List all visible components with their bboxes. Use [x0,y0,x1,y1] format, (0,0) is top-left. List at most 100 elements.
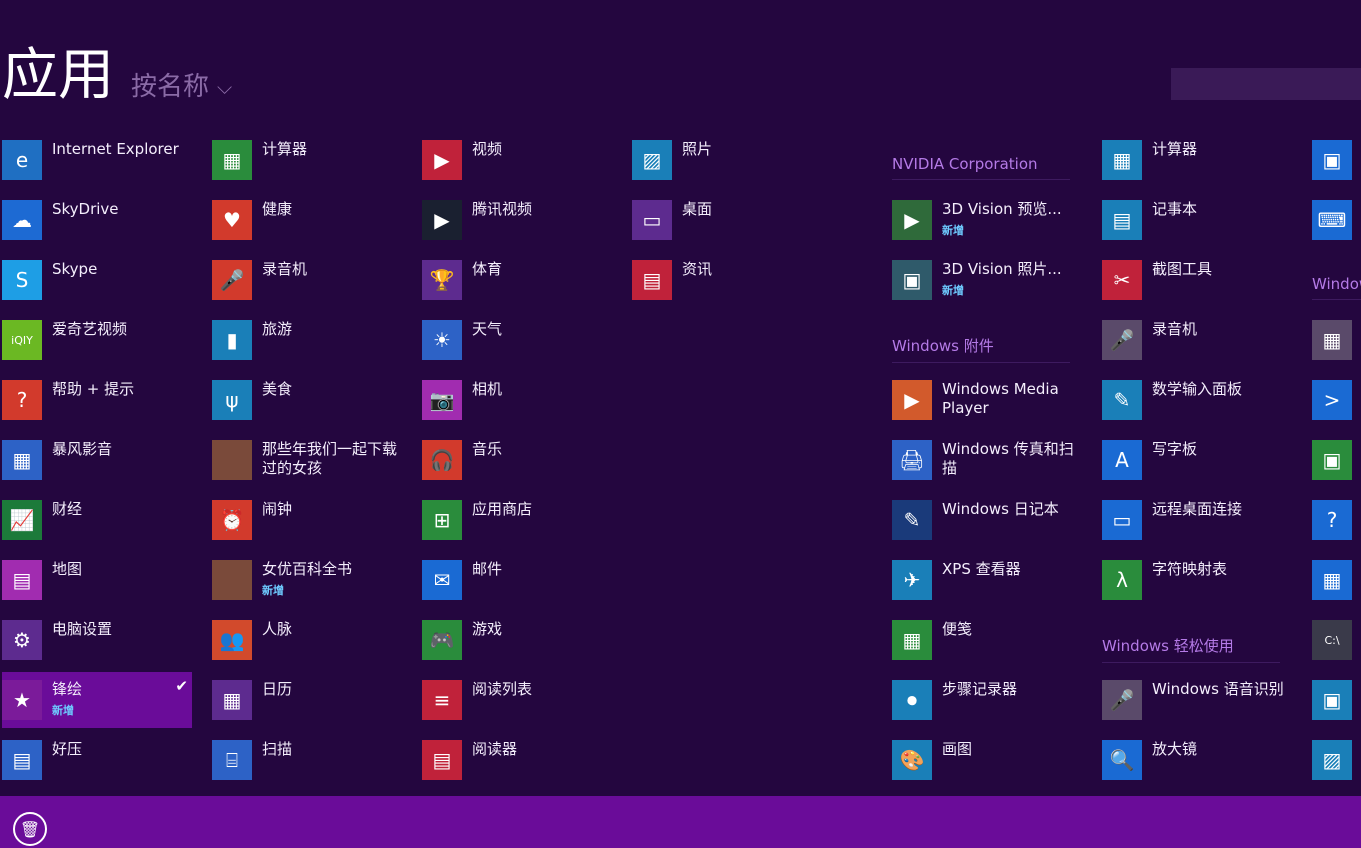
app-tile[interactable]: ☁ SkyDrive [2,200,192,256]
network-share-icon[interactable]: ▣ [1312,440,1352,480]
page-title: 应用 [2,43,114,108]
app-tile[interactable]: ▦ 计算器 [212,140,402,196]
math-input-icon: ✎ [1102,380,1142,420]
app-name: 远程桌面连接 [1152,500,1243,518]
app-tile[interactable]: 🎤 录音机 [212,260,402,316]
app-tile[interactable]: 🎨 画图 [892,740,1082,796]
app-tile[interactable]: ▨ 照片 [632,140,822,196]
app-tile[interactable]: 🖨 Windows 传真和扫描 [892,440,1082,496]
film-icon: ▦ [2,440,42,480]
app-tile[interactable]: 🎤 Windows 语音识别 [1102,680,1292,736]
app-tile[interactable]: ▤ 阅读器 [422,740,612,796]
app-tile[interactable]: ▶ 视频 [422,140,612,196]
app-name: 那些年我们一起下载过的女孩 [262,440,398,477]
system-icon[interactable]: ▣ [1312,680,1352,720]
performance-icon[interactable]: ▨ [1312,740,1352,780]
app-tile[interactable]: ⏺ 步骤记录器 [892,680,1082,736]
app-tile[interactable]: ≡ 阅读列表 [422,680,612,736]
app-tile[interactable]: ▭ 远程桌面连接 [1102,500,1292,556]
app-tile[interactable]: ▭ 桌面 [632,200,822,256]
app-tile[interactable]: ? 帮助 + 提示 [2,380,192,436]
app-tile[interactable]: 📈 财经 [2,500,192,556]
app-name: 游戏 [472,620,503,638]
app-label: 阅读列表 [472,680,610,699]
app-label: 录音机 [1152,320,1290,339]
app-tile[interactable]: ⊞ 应用商店 [422,500,612,556]
app-tile[interactable]: ▦ 暴风影音 [2,440,192,496]
app-tile[interactable]: ▤ 记事本 [1102,200,1292,256]
app-tile[interactable]: ⌸ 扫描 [212,740,402,796]
app-tile[interactable]: ♥ 健康 [212,200,402,256]
steps-recorder-icon: ⏺ [892,680,932,720]
app-tile[interactable]: ▣ 3D Vision 照片... 新增 [892,260,1082,316]
app-tile[interactable]: 女优百科全书 新增 [212,560,402,616]
app-tile[interactable]: ⏰ 闹钟 [212,500,402,556]
app-tile[interactable]: ▶ 腾讯视频 [422,200,612,256]
app-label: XPS 查看器 [942,560,1080,579]
search-input[interactable] [1171,68,1361,100]
app-tile[interactable]: ▦ 日历 [212,680,402,736]
app-tile[interactable]: ✉ 邮件 [422,560,612,616]
app-tile[interactable]: ✂ 截图工具 [1102,260,1292,316]
app-label: 地图 [52,560,190,579]
health-icon: ♥ [212,200,252,240]
app-name: Windows 语音识别 [1152,680,1284,698]
app-tile[interactable]: 🏆 体育 [422,260,612,316]
app-tile[interactable]: ▦ 便笺 [892,620,1082,676]
app-tile[interactable]: S Skype [2,260,192,316]
app-label: 那些年我们一起下载过的女孩 [262,440,400,478]
app-tile[interactable]: λ 字符映射表 [1102,560,1292,616]
app-label: 人脉 [262,620,400,639]
firewall-icon[interactable]: ▦ [1312,320,1352,360]
app-tile[interactable]: e Internet Explorer [2,140,192,196]
app-tile[interactable]: ✈ XPS 查看器 [892,560,1082,616]
control-panel-icon[interactable]: ▦ [1312,560,1352,600]
app-label: 游戏 [472,620,610,639]
app-tile[interactable]: 🎮 游戏 [422,620,612,676]
app-name: 日历 [262,680,293,698]
app-label: 记事本 [1152,200,1290,219]
app-label: 日历 [262,680,400,699]
app-tile[interactable]: ▤ 资讯 [632,260,822,316]
app-label: 闹钟 [262,500,400,519]
app-name: 阅读器 [472,740,518,758]
app-name: Internet Explorer [52,140,179,158]
app-tile[interactable]: ▦ 计算器 [1102,140,1292,196]
app-tile[interactable]: iQIY 爱奇艺视频 [2,320,192,376]
app-tile[interactable]: ⚙ 电脑设置 [2,620,192,676]
fax-icon: 🖨 [892,440,932,480]
app-name: Windows Media Player [942,380,1059,417]
app-tile[interactable]: ▮ 旅游 [212,320,402,376]
network-icon[interactable]: ▣ [1312,140,1352,180]
app-name: 计算器 [1152,140,1198,158]
trophy-icon: 🏆 [422,260,462,300]
app-tile[interactable]: ▤ 地图 [2,560,192,616]
app-name: 美食 [262,380,293,398]
app-tile[interactable]: 🎧 音乐 [422,440,612,496]
app-tile[interactable]: 🎤 录音机 [1102,320,1292,376]
app-tile[interactable]: 📷 相机 [422,380,612,436]
app-tile[interactable]: A 写字板 [1102,440,1292,496]
app-tile[interactable]: ▤ 好压 [2,740,192,796]
powershell-icon[interactable]: > [1312,380,1352,420]
app-label: 资讯 [682,260,820,279]
app-tile[interactable]: ▶ 3D Vision 预览... 新增 [892,200,1082,256]
app-label: 美食 [262,380,400,399]
keyboard-icon[interactable]: ⌨ [1312,200,1352,240]
app-tile[interactable]: 那些年我们一起下载过的女孩 [212,440,402,496]
app-tile[interactable]: ☀ 天气 [422,320,612,376]
app-tile[interactable]: ▶ Windows Media Player [892,380,1082,436]
help-icon[interactable]: ? [1312,500,1352,540]
app-tile[interactable]: 🔍 放大镜 [1102,740,1292,796]
photos-icon: ▨ [632,140,672,180]
app-label: 帮助 + 提示 [52,380,190,399]
app-tile[interactable]: 👥 人脉 [212,620,402,676]
sort-dropdown[interactable]: 按名称 ⌵ [131,74,232,100]
app-tile[interactable]: ✎ 数学输入面板 [1102,380,1292,436]
app-tile[interactable]: ψ 美食 [212,380,402,436]
command-prompt-icon[interactable]: C:\ [1312,620,1352,660]
app-tile[interactable]: ★ 锋绘 新增 ✔ [2,672,192,728]
weather-icon: ☀ [422,320,462,360]
app-tile[interactable]: ✎ Windows 日记本 [892,500,1082,556]
uninstall-button[interactable]: 🗑 [13,812,47,846]
